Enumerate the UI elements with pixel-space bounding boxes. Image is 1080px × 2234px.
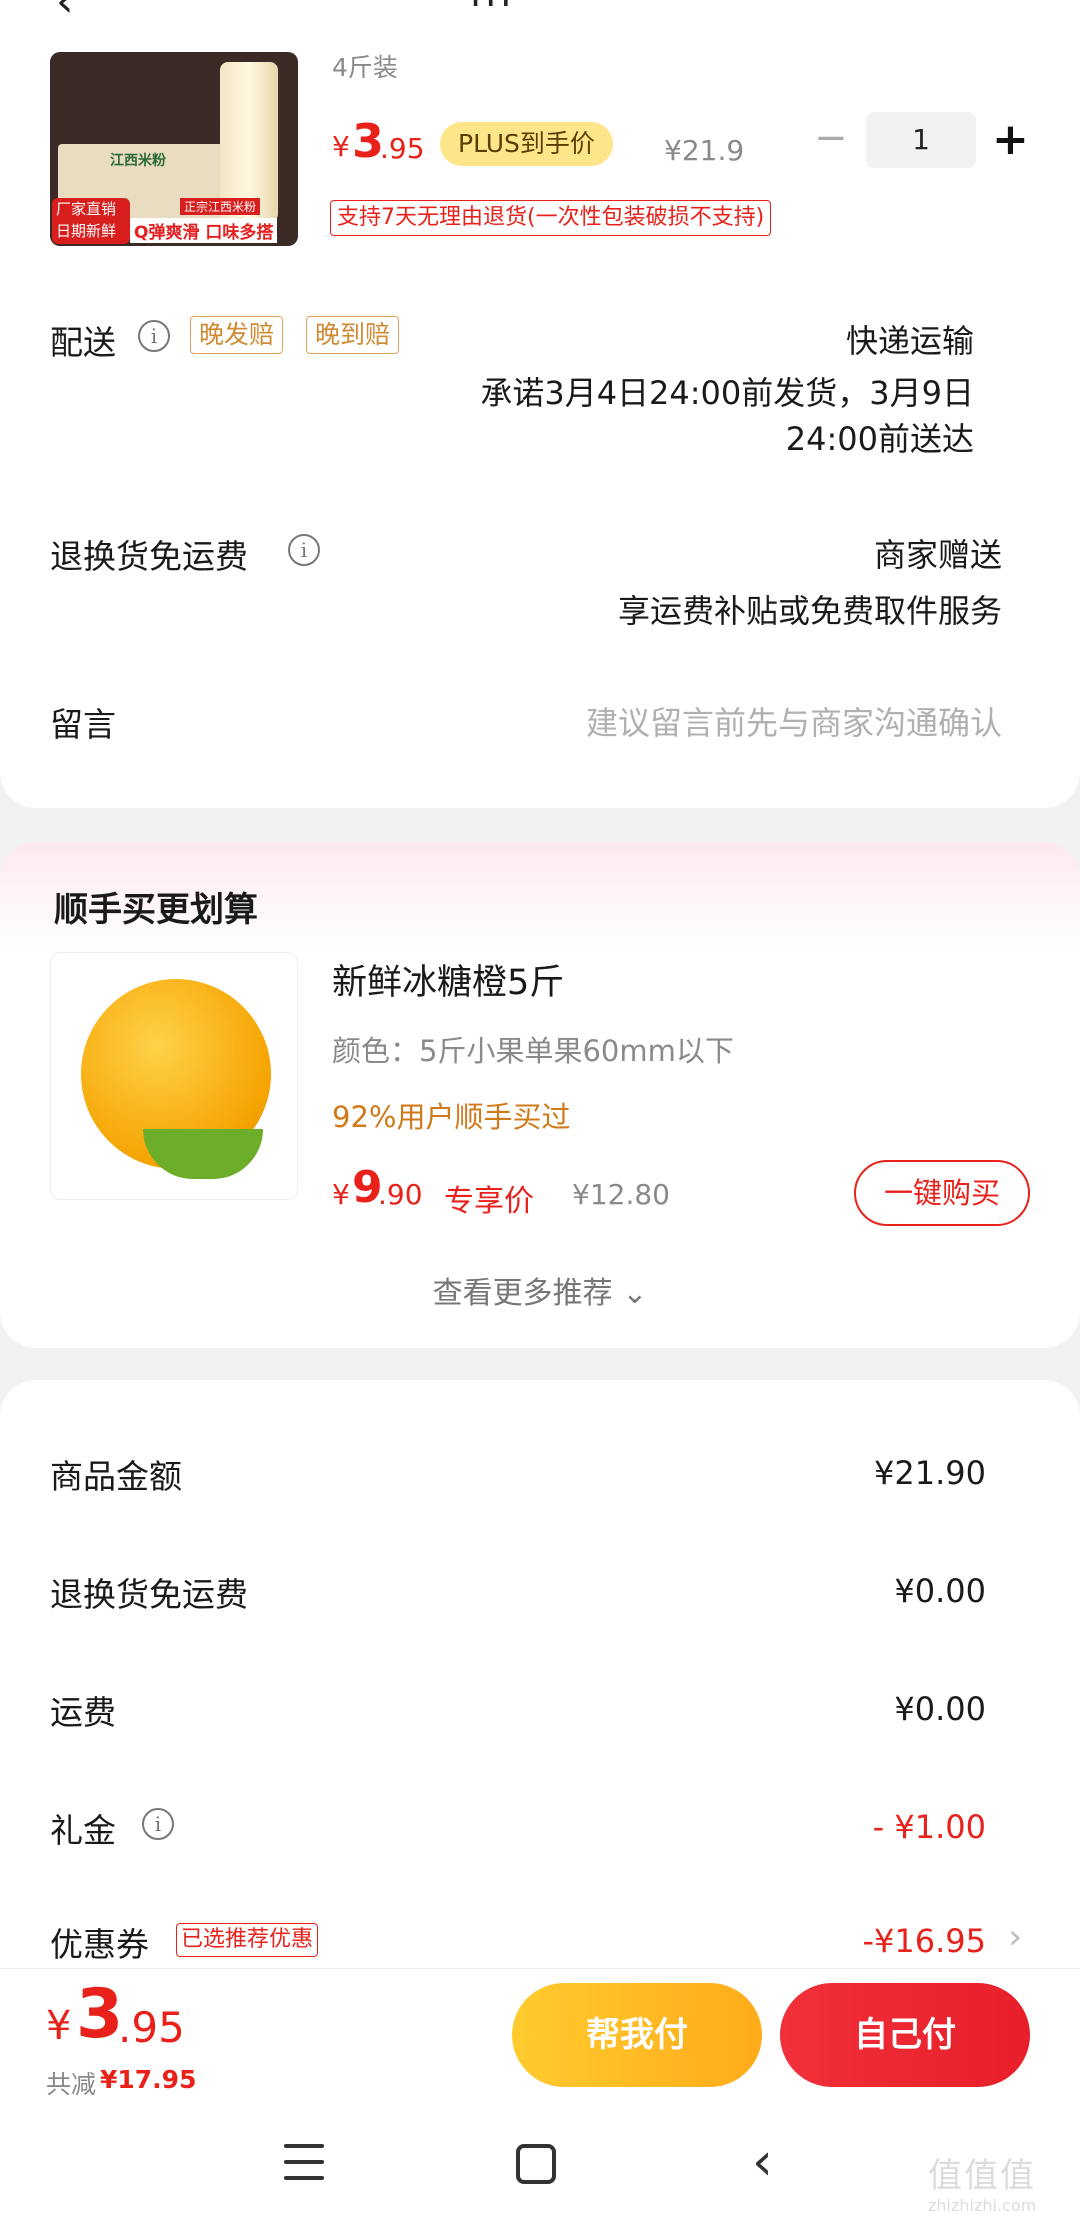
product-image[interactable]: 江西米粉 厂家直销 日期新鲜 Q弹爽滑 口味多搭 正宗江西米粉 (50, 52, 298, 246)
help-me-pay-button[interactable]: 帮我付 (512, 1983, 762, 2087)
order-product-card: ‹ ııı 江西米粉 厂家直销 日期新鲜 Q弹爽滑 口味多搭 正宗江西米粉 4斤… (0, 0, 1080, 808)
shipping-fee-value: ¥0.00 (894, 1690, 986, 1728)
goods-amount-label: 商品金额 (50, 1457, 182, 1496)
recommend-social-proof: 92%用户顺手买过 (332, 1100, 571, 1134)
recommend-original-price: ¥12.80 (572, 1178, 670, 1211)
late-arrival-compensation-tag: 晚到赔 (306, 316, 400, 354)
return-shipping-value: 商家赠送 (873, 536, 1002, 574)
gift-credit-value: - ¥1.00 (872, 1808, 986, 1846)
original-price: ¥21.9 (664, 134, 745, 167)
gift-credit-info-icon[interactable]: i (142, 1808, 174, 1840)
recommend-price-decimal: .90 (378, 1178, 423, 1211)
nav-back-icon[interactable]: ‹ (752, 2132, 773, 2192)
image-badge-origin: 正宗江西米粉 (180, 198, 261, 215)
late-ship-compensation-tag: 晚发赔 (190, 316, 284, 354)
price-currency: ¥ (332, 130, 350, 163)
quantity-input[interactable]: 1 (866, 112, 976, 168)
delivery-promise-line2: 24:00前送达 (785, 420, 974, 458)
recommendation-card: 顺手买更划算 新鲜冰糖橙5斤 颜色：5斤小果单果60mm以下 92%用户顺手买过… (0, 842, 1080, 1348)
delivery-method[interactable]: 快递运输 (846, 316, 974, 362)
recommend-exclusive-label: 专享价 (444, 1184, 534, 1219)
coupon-value[interactable]: -¥16.95 (862, 1922, 986, 1960)
more-recommendations-link[interactable]: 查看更多推荐 ⌄ (0, 1268, 1080, 1312)
page-title: ııı (470, 0, 515, 16)
goods-amount-value: ¥21.90 (874, 1454, 986, 1492)
recommend-price-currency: ¥ (332, 1178, 350, 1211)
recommend-product-name[interactable]: 新鲜冰糖橙5斤 (332, 954, 564, 1005)
delivery-promise-line1: 承诺3月4日24:00前发货，3月9日 (480, 374, 974, 412)
delivery-info-icon[interactable]: i (138, 320, 170, 352)
return-shipping-info-icon[interactable]: i (288, 534, 320, 566)
total-saved-label: 共减 (46, 2070, 97, 2099)
recommendation-title: 顺手买更划算 (54, 890, 258, 930)
return-fee-label: 退换货免运费 (50, 1575, 248, 1614)
return-shipping-label: 退换货免运费 (50, 537, 248, 576)
message-label: 留言 (50, 705, 116, 744)
one-click-buy-button[interactable]: 一键购买 (854, 1160, 1030, 1226)
plus-price-badge: PLUS到手价 (440, 122, 613, 166)
orange-peel-shape (143, 1129, 263, 1179)
message-input[interactable]: 建议留言前先与商家沟通确认 (586, 698, 1002, 744)
recent-apps-icon[interactable] (284, 2144, 324, 2184)
image-badge-factory: 厂家直销 日期新鲜 (52, 198, 130, 244)
pay-myself-button[interactable]: 自己付 (780, 1983, 1030, 2087)
total-saved-value: ¥17.95 (100, 2065, 197, 2094)
image-badge-taste: Q弹爽滑 口味多搭 (130, 218, 278, 243)
home-icon[interactable] (516, 2144, 556, 2184)
total-decimal: .95 (118, 2003, 185, 2052)
recommend-product-spec: 颜色：5斤小果单果60mm以下 (332, 1034, 734, 1068)
package-label: 江西米粉 (110, 153, 166, 169)
gift-credit-label: 礼金 (50, 1811, 116, 1850)
system-nav-bar: ‹ 值值值 zhizhizhi.com (0, 2110, 1080, 2234)
delivery-label: 配送 (50, 323, 116, 362)
coupon-label: 优惠券 (50, 1925, 149, 1964)
chevron-right-icon[interactable]: › (1008, 1917, 1022, 1957)
price-decimal: .95 (380, 132, 425, 165)
total-integer: 3 (76, 1975, 124, 2054)
return-shipping-desc: 享运费补贴或免费取件服务 (617, 592, 1002, 630)
total-currency: ¥ (46, 2003, 72, 2049)
product-spec: 4斤装 (332, 53, 398, 82)
return-fee-value: ¥0.00 (894, 1572, 986, 1610)
coupon-selected-tag: 已选推荐优惠 (176, 1923, 319, 1957)
quantity-decrease-button[interactable]: − (814, 118, 848, 158)
watermark-logo: 值值值 (928, 2156, 1036, 2196)
watermark-url: zhizhizhi.com (928, 2196, 1037, 2215)
return-policy-badge: 支持7天无理由退货(一次性包装破损不支持) (330, 200, 772, 236)
top-bar: ‹ ııı (0, 0, 1080, 30)
recommend-product-image[interactable] (50, 952, 298, 1200)
quantity-increase-button[interactable]: + (992, 112, 1029, 168)
shipping-fee-label: 运费 (50, 1693, 116, 1732)
back-arrow-icon[interactable]: ‹ (56, 0, 74, 27)
